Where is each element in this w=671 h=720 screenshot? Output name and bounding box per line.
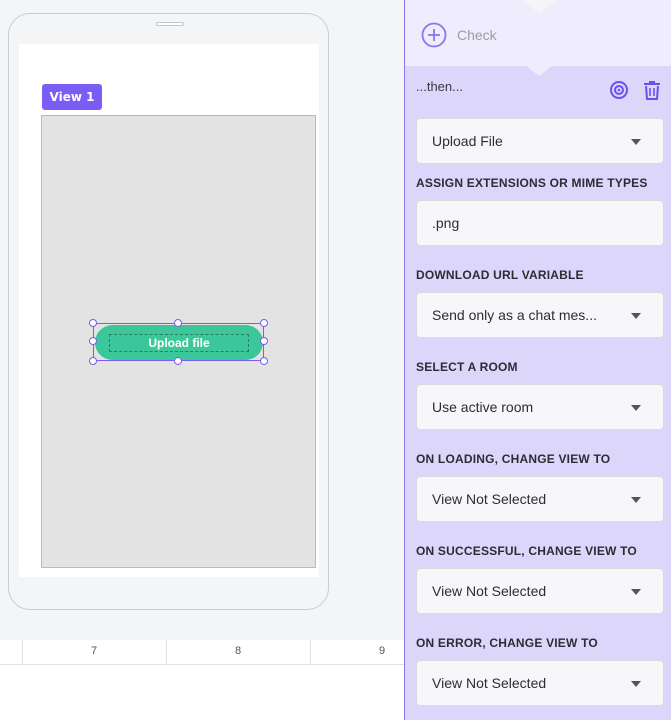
ruler-label: 9 (379, 645, 386, 657)
resize-handle-bottom-right[interactable] (260, 357, 268, 365)
timeline-area[interactable] (0, 665, 405, 720)
upload-file-button-label: Upload file (109, 333, 249, 352)
select-value: View Not Selected (432, 675, 547, 691)
download-url-variable-select[interactable]: Send only as a chat mes... (416, 292, 664, 338)
select-value: Send only as a chat mes... (432, 307, 597, 323)
resize-handle-top-left[interactable] (89, 319, 97, 327)
chevron-down-icon (631, 681, 641, 687)
then-label: ...then... (416, 79, 463, 94)
chevron-down-icon (631, 313, 641, 319)
action-panel: Check ...then... Upload File ASSIGN EXTE… (404, 0, 671, 720)
upload-file-button[interactable]: Upload file (95, 325, 263, 360)
select-value: Upload File (432, 133, 503, 149)
phone-frame: View 1 Upload file (8, 13, 329, 610)
select-value: Use active room (432, 399, 534, 415)
trash-icon[interactable] (642, 80, 662, 100)
on-error-view-select[interactable]: View Not Selected (416, 660, 664, 706)
phone-speaker (156, 22, 184, 26)
connector-notch (521, 0, 557, 13)
ruler-label: 7 (91, 645, 98, 657)
connector-notch (521, 62, 557, 76)
check-row[interactable]: Check (405, 0, 671, 66)
select-room-select[interactable]: Use active room (416, 384, 664, 430)
resize-handle-top-right[interactable] (260, 319, 268, 327)
input-value: .png (432, 215, 460, 231)
ruler-tick (22, 640, 23, 664)
chevron-down-icon (631, 497, 641, 503)
download-url-variable-label: DOWNLOAD URL VARIABLE (416, 268, 584, 282)
ruler-tick (166, 640, 167, 664)
extensions-label: ASSIGN EXTENSIONS OR MIME TYPES (416, 176, 648, 190)
on-successful-view-select[interactable]: View Not Selected (416, 568, 664, 614)
plus-circle-icon[interactable] (421, 22, 447, 48)
on-successful-label: ON SUCCESSFUL, CHANGE VIEW TO (416, 544, 637, 558)
chevron-down-icon (631, 405, 641, 411)
select-value: View Not Selected (432, 583, 547, 599)
action-type-select[interactable]: Upload File (416, 118, 664, 164)
on-error-label: ON ERROR, CHANGE VIEW TO (416, 636, 598, 650)
on-loading-view-select[interactable]: View Not Selected (416, 476, 664, 522)
ruler-label: 8 (235, 645, 242, 657)
chevron-down-icon (631, 139, 641, 145)
phone-screen: View 1 Upload file (19, 44, 319, 577)
check-label[interactable]: Check (457, 27, 497, 43)
ruler-tick (310, 640, 311, 664)
view-tag[interactable]: View 1 (42, 84, 102, 110)
resize-handle-bottom-left[interactable] (89, 357, 97, 365)
timeline-ruler[interactable]: 7 8 9 (0, 640, 405, 665)
on-loading-label: ON LOADING, CHANGE VIEW TO (416, 452, 611, 466)
chevron-down-icon (631, 589, 641, 595)
select-room-label: SELECT A ROOM (416, 360, 518, 374)
target-icon[interactable] (609, 80, 629, 100)
view-area[interactable]: Upload file (41, 115, 316, 568)
design-canvas[interactable]: View 1 Upload file 7 8 9 (0, 0, 405, 720)
select-value: View Not Selected (432, 491, 547, 507)
extensions-input[interactable]: .png (416, 200, 664, 246)
